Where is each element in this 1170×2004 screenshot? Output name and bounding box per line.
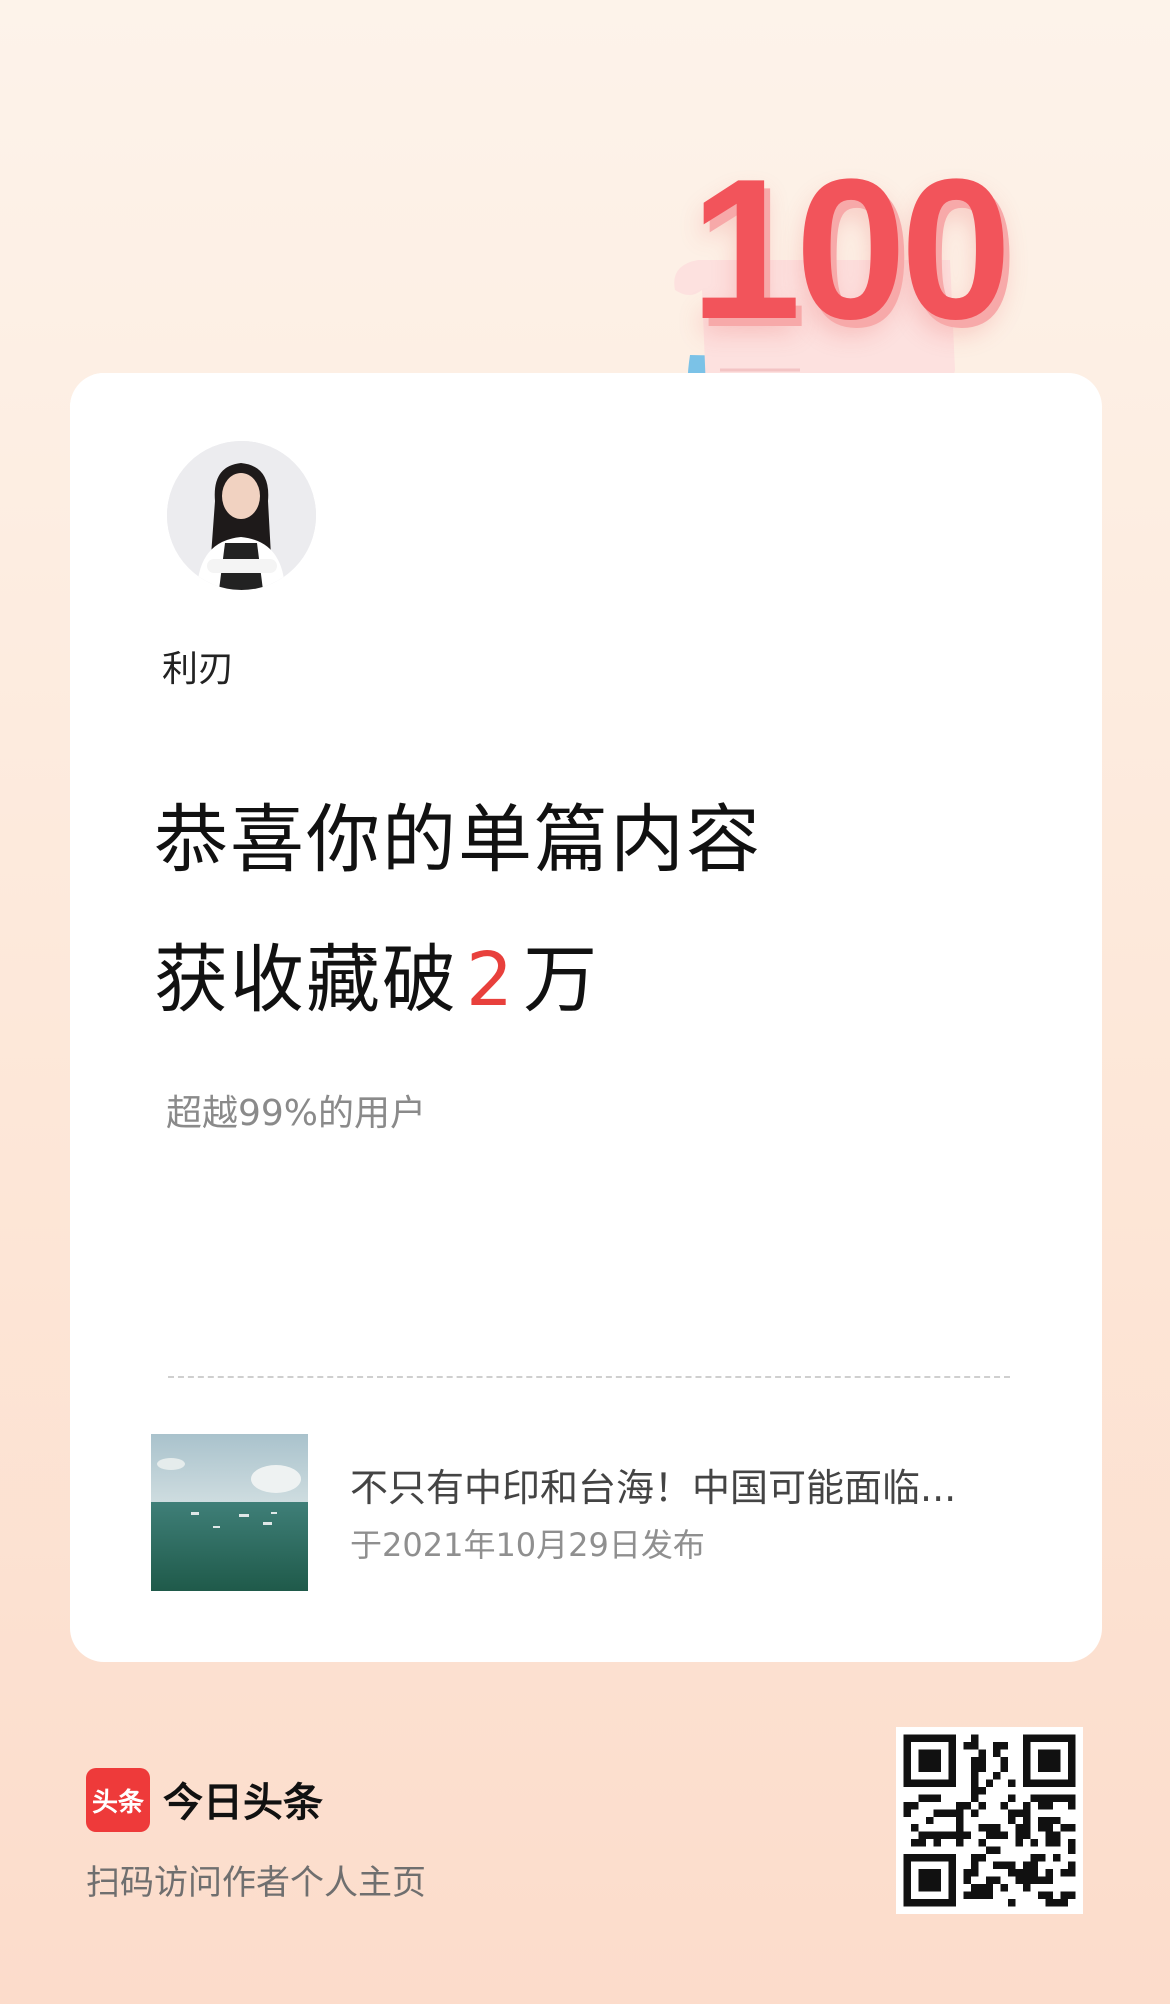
divider [168,1376,1010,1378]
article-thumbnail[interactable] [151,1434,308,1591]
avatar-person-icon [167,441,316,590]
subtitle: 超越99%的用户 [166,1093,427,1134]
headline-suffix: 万 [523,937,600,1023]
qr-code-icon [896,1727,1083,1914]
article-date: 于2021年10月29日发布 [350,1526,705,1564]
headline-line-2: 获收藏破 2 万 [154,935,599,1025]
card-tab [70,373,540,453]
article-title[interactable]: 不只有中印和台海！中国可能面临... [350,1457,1010,1512]
headline-number: 2 [466,937,516,1023]
qr-code[interactable] [896,1727,1083,1914]
brand-name: 今日头条 [163,1780,323,1826]
author-name[interactable]: 利刃 [162,640,234,692]
headline-line-1: 恭喜你的单篇内容 [154,797,762,883]
badge-number: 100 [690,138,1012,361]
avatar[interactable] [167,441,316,590]
headline-prefix: 获收藏破 [154,937,458,1023]
sea-photo-icon [151,1434,308,1591]
scan-prompt: 扫码访问作者个人主页 [86,1863,426,1903]
toutiao-logo-icon: 头条 [86,1768,150,1832]
